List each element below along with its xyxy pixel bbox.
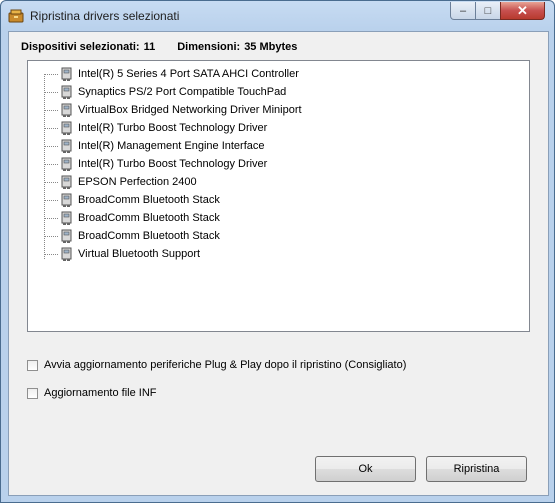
pnp-update-option[interactable]: Avvia aggiornamento periferiche Plug & P… (27, 359, 406, 371)
device-tree-item[interactable]: VirtualBox Bridged Networking Driver Min… (44, 101, 302, 119)
tree-branch-line (44, 217, 58, 219)
tree-branch-line (44, 109, 58, 111)
device-tree-item[interactable]: BroadComm Bluetooth Stack (44, 209, 220, 227)
size-value: 35 Mbytes (244, 41, 298, 53)
tree-branch-line (44, 73, 58, 75)
tree-branch-line (44, 163, 58, 165)
close-button[interactable]: ✕ (500, 2, 545, 20)
tree-branch-line (44, 127, 58, 129)
device-tree-item[interactable]: Synaptics PS/2 Port Compatible TouchPad (44, 83, 286, 101)
title-bar[interactable]: Ripristina drivers selezionati – □ ✕ (1, 1, 554, 31)
device-icon (60, 247, 74, 261)
device-icon (60, 193, 74, 207)
device-icon (60, 85, 74, 99)
device-icon (60, 139, 74, 153)
device-icon (60, 157, 74, 171)
device-icon (60, 103, 74, 117)
tree-branch-line (44, 181, 58, 183)
device-label: BroadComm Bluetooth Stack (78, 230, 220, 242)
device-tree-item[interactable]: Intel(R) 5 Series 4 Port SATA AHCI Contr… (44, 65, 299, 83)
app-icon (8, 8, 24, 24)
device-label: Intel(R) Turbo Boost Technology Driver (78, 122, 268, 134)
maximize-icon: □ (484, 4, 492, 17)
tree-branch-line (44, 199, 58, 201)
devices-label: Dispositivi selezionati: (21, 41, 140, 53)
devices-count: 11 (143, 41, 156, 53)
tree-branch-line (44, 253, 58, 255)
restore-button[interactable]: Ripristina (426, 456, 527, 482)
minimize-icon: – (459, 4, 467, 17)
device-label: BroadComm Bluetooth Stack (78, 194, 220, 206)
device-label: Virtual Bluetooth Support (78, 248, 201, 260)
device-tree[interactable]: Intel(R) 5 Series 4 Port SATA AHCI Contr… (27, 60, 530, 332)
device-icon (60, 67, 74, 81)
minimize-button[interactable]: – (450, 2, 476, 20)
inf-update-label: Aggiornamento file INF (44, 387, 157, 399)
device-icon (60, 121, 74, 135)
selection-summary: Dispositivi selezionati: 11 Dimensioni: 35 … (21, 41, 301, 53)
pnp-update-label: Avvia aggiornamento periferiche Plug & P… (44, 359, 407, 371)
ok-button[interactable]: Ok (315, 456, 416, 482)
device-icon (60, 211, 74, 225)
device-tree-item[interactable]: Intel(R) Management Engine Interface (44, 137, 265, 155)
pnp-update-checkbox[interactable] (27, 359, 38, 371)
device-tree-item[interactable]: Intel(R) Turbo Boost Technology Driver (44, 155, 267, 173)
window-title: Ripristina drivers selezionati (30, 9, 180, 23)
maximize-button[interactable]: □ (475, 2, 501, 20)
dialog-window: Ripristina drivers selezionati – □ ✕ Dis… (0, 0, 555, 503)
tree-branch-line (44, 235, 58, 237)
device-icon (60, 175, 74, 189)
device-label: Synaptics PS/2 Port Compatible TouchPad (78, 86, 287, 98)
device-label: VirtualBox Bridged Networking Driver Min… (78, 104, 302, 116)
close-icon: ✕ (517, 2, 528, 18)
device-label: EPSON Perfection 2400 (78, 176, 197, 188)
inf-update-checkbox[interactable] (27, 387, 38, 399)
device-label: Intel(R) Management Engine Interface (78, 140, 265, 152)
dialog-body: Dispositivi selezionati: 11 Dimensioni: 35 … (8, 31, 549, 496)
tree-branch-line (44, 91, 58, 93)
device-tree-item[interactable]: BroadComm Bluetooth Stack (44, 227, 220, 245)
device-tree-item[interactable]: EPSON Perfection 2400 (44, 173, 197, 191)
device-label: Intel(R) 5 Series 4 Port SATA AHCI Contr… (78, 68, 299, 80)
tree-branch-line (44, 145, 58, 147)
device-tree-item[interactable]: Intel(R) Turbo Boost Technology Driver (44, 119, 267, 137)
device-icon (60, 229, 74, 243)
device-label: Intel(R) Turbo Boost Technology Driver (78, 158, 268, 170)
size-label: Dimensioni: (177, 41, 241, 53)
device-label: BroadComm Bluetooth Stack (78, 212, 220, 224)
device-tree-item[interactable]: Virtual Bluetooth Support (44, 245, 200, 263)
device-tree-item[interactable]: BroadComm Bluetooth Stack (44, 191, 220, 209)
inf-update-option[interactable]: Aggiornamento file INF (27, 387, 157, 399)
